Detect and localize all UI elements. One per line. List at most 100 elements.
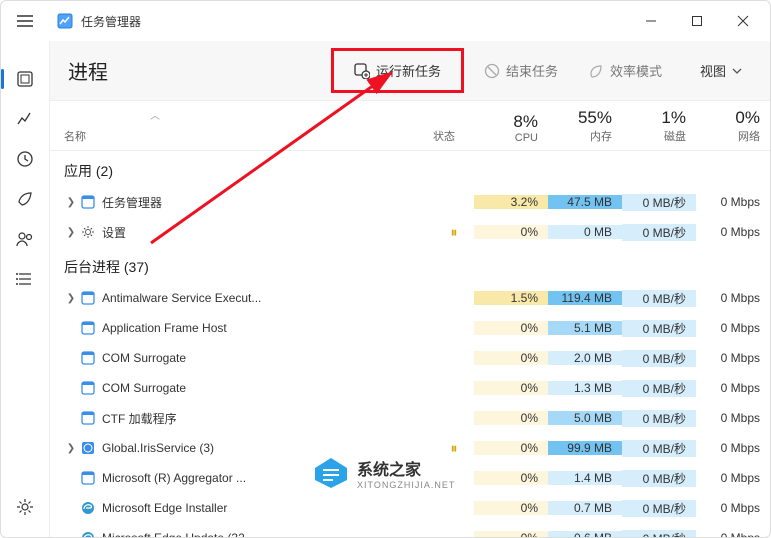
net-cell: 0 Mbps	[696, 411, 770, 425]
nav-performance[interactable]	[1, 99, 49, 139]
table-row[interactable]: Microsoft Edge Update (32...0%0.6 MB0 MB…	[50, 523, 770, 537]
process-icon	[78, 381, 98, 395]
nav-settings[interactable]	[1, 487, 49, 527]
table-row[interactable]: Application Frame Host0%5.1 MB0 MB/秒0 Mb…	[50, 313, 770, 343]
net-cell: 0 Mbps	[696, 351, 770, 365]
process-name: Application Frame Host	[98, 321, 434, 335]
run-task-button[interactable]: 运行新任务	[344, 55, 451, 86]
col-net[interactable]: 0%网络	[696, 101, 770, 150]
cpu-cell: 1.5%	[474, 291, 548, 305]
process-icon	[78, 531, 98, 537]
col-mem[interactable]: 55%内存	[548, 101, 622, 150]
col-name[interactable]: ︿ 名称	[50, 101, 414, 150]
table-row[interactable]: ❯Global.IrisService (3)⏸0%99.9 MB0 MB/秒0…	[50, 433, 770, 463]
window-controls	[628, 1, 766, 41]
expand-icon[interactable]: ❯	[64, 197, 78, 208]
menu-button[interactable]	[5, 1, 45, 41]
expand-icon[interactable]: ❯	[64, 293, 78, 304]
end-task-icon	[484, 63, 500, 79]
process-name: Microsoft (R) Aggregator ...	[98, 471, 434, 485]
net-cell: 0 Mbps	[696, 291, 770, 305]
net-cell: 0 Mbps	[696, 381, 770, 395]
mem-cell: 0 MB	[548, 225, 622, 239]
cpu-cell: 0%	[474, 471, 548, 485]
status-icon: ⏸	[434, 224, 474, 241]
process-name: 设置	[98, 224, 434, 241]
chevron-down-icon	[732, 68, 742, 74]
process-icon	[78, 441, 98, 455]
table-row[interactable]: COM Surrogate0%1.3 MB0 MB/秒0 Mbps	[50, 373, 770, 403]
cpu-cell: 0%	[474, 321, 548, 335]
table-row[interactable]: CTF 加载程序0%5.0 MB0 MB/秒0 Mbps	[50, 403, 770, 433]
table-row[interactable]: Microsoft (R) Aggregator ... 0%1.4 MB0 MB…	[50, 463, 770, 493]
run-task-icon	[354, 63, 370, 79]
cpu-cell: 0%	[474, 441, 548, 455]
process-icon	[78, 411, 98, 425]
net-cell: 0 Mbps	[696, 321, 770, 335]
maximize-button[interactable]	[674, 1, 720, 41]
nav-processes[interactable]	[1, 59, 49, 99]
disk-cell: 0 MB/秒	[622, 320, 696, 337]
disk-cell: 0 MB/秒	[622, 350, 696, 367]
sidebar	[1, 41, 49, 537]
hamburger-icon	[17, 15, 33, 27]
table-row[interactable]: ❯设置⏸0%0 MB0 MB/秒0 Mbps	[50, 217, 770, 247]
process-icon	[78, 351, 98, 365]
table-row[interactable]: COM Surrogate0%2.0 MB0 MB/秒0 Mbps	[50, 343, 770, 373]
disk-cell: 0 MB/秒	[622, 500, 696, 517]
performance-icon	[16, 110, 34, 128]
nav-details[interactable]	[1, 259, 49, 299]
nav-startup[interactable]	[1, 179, 49, 219]
end-task-button[interactable]: 结束任务	[474, 55, 568, 86]
net-cell: 0 Mbps	[696, 471, 770, 485]
table-row[interactable]: Microsoft Edge Installer0%0.7 MB0 MB/秒0 …	[50, 493, 770, 523]
startup-icon	[16, 190, 34, 208]
app-title: 任务管理器	[81, 13, 628, 30]
cpu-cell: 0%	[474, 351, 548, 365]
app-icon	[57, 13, 73, 29]
group-apps: 应用 (2)	[50, 151, 770, 187]
mem-cell: 119.4 MB	[548, 291, 622, 305]
expand-icon[interactable]: ❯	[64, 227, 78, 238]
col-status[interactable]: 状态	[414, 101, 474, 150]
mem-cell: 0.7 MB	[548, 501, 622, 515]
process-name: 任务管理器	[98, 194, 434, 211]
table-body[interactable]: 应用 (2)❯任务管理器3.2%47.5 MB0 MB/秒0 Mbps❯设置⏸0…	[50, 151, 770, 537]
end-task-label: 结束任务	[506, 61, 558, 80]
titlebar: 任务管理器	[1, 1, 770, 41]
disk-cell: 0 MB/秒	[622, 380, 696, 397]
nav-history[interactable]	[1, 139, 49, 179]
view-button[interactable]: 视图	[690, 55, 752, 86]
process-name: Antimalware Service Execut...	[98, 291, 434, 305]
run-task-label: 运行新任务	[376, 61, 441, 80]
disk-cell: 0 MB/秒	[622, 530, 696, 538]
cpu-cell: 0%	[474, 411, 548, 425]
group-background: 后台进程 (37)	[50, 247, 770, 283]
leaf-icon	[588, 63, 604, 79]
process-icon	[78, 501, 98, 515]
cpu-cell: 0%	[474, 501, 548, 515]
col-disk[interactable]: 1%磁盘	[622, 101, 696, 150]
cpu-cell: 3.2%	[474, 195, 548, 209]
disk-cell: 0 MB/秒	[622, 194, 696, 211]
table-row[interactable]: ❯ Antimalware Service Execut... 1.5%119.4 …	[50, 283, 770, 313]
cpu-cell: 0%	[474, 381, 548, 395]
col-cpu[interactable]: 8%CPU	[474, 101, 548, 150]
mem-cell: 5.0 MB	[548, 411, 622, 425]
page-title: 进程	[68, 56, 331, 85]
cpu-cell: 0%	[474, 225, 548, 239]
table-row[interactable]: ❯任务管理器3.2%47.5 MB0 MB/秒0 Mbps	[50, 187, 770, 217]
mem-cell: 0.6 MB	[548, 531, 622, 537]
gear-icon	[16, 498, 34, 516]
process-name: Microsoft Edge Installer	[98, 501, 434, 515]
expand-icon[interactable]: ❯	[64, 443, 78, 454]
disk-cell: 0 MB/秒	[622, 470, 696, 487]
disk-cell: 0 MB/秒	[622, 290, 696, 307]
close-button[interactable]	[720, 1, 766, 41]
nav-users[interactable]	[1, 219, 49, 259]
efficiency-button[interactable]: 效率模式	[578, 55, 672, 86]
process-icon	[78, 291, 98, 305]
process-icon	[78, 195, 98, 209]
minimize-button[interactable]	[628, 1, 674, 41]
mem-cell: 1.4 MB	[548, 471, 622, 485]
